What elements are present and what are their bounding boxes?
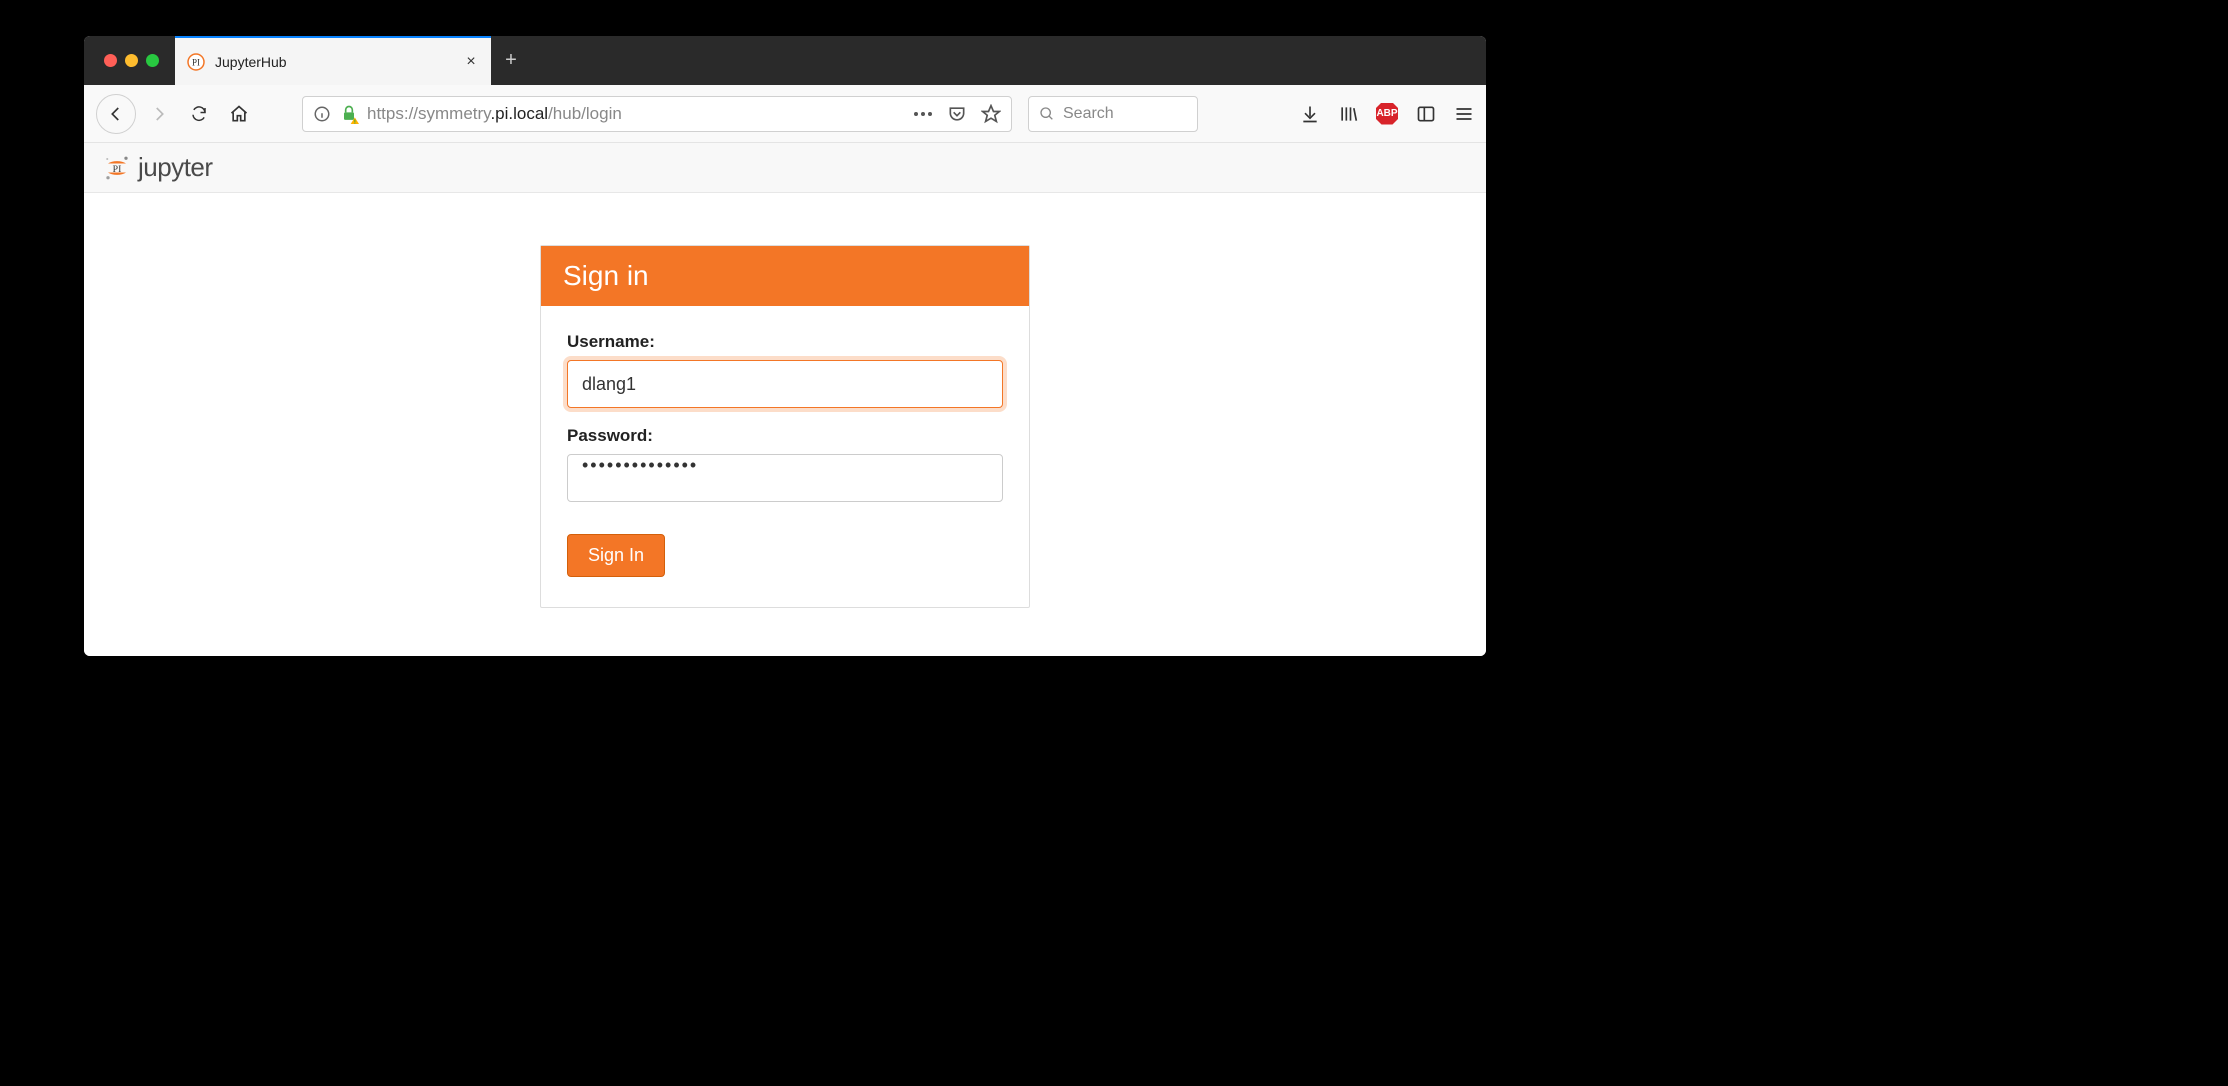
page-content: PI jupyter Sign in Username: Password: •… [84, 143, 1486, 656]
page-actions-icon[interactable] [913, 111, 933, 117]
username-label: Username: [567, 332, 1003, 352]
search-icon [1039, 106, 1055, 122]
pocket-icon[interactable] [947, 104, 967, 124]
tab-close-button[interactable]: × [463, 53, 479, 71]
search-placeholder: Search [1063, 105, 1114, 123]
security-warning-icon[interactable] [339, 104, 359, 124]
site-info-icon[interactable] [313, 105, 331, 123]
menu-icon[interactable] [1454, 104, 1474, 124]
jupyter-logo-icon: PI [102, 153, 132, 183]
new-tab-button[interactable]: + [491, 36, 531, 85]
url-text: https://symmetry.pi.local/hub/login [367, 104, 905, 124]
svg-text:PI: PI [192, 57, 200, 67]
sidebar-toggle-icon[interactable] [1416, 104, 1436, 124]
window-controls [84, 36, 175, 85]
jupyter-logo-text: jupyter [138, 152, 213, 183]
bookmark-star-icon[interactable] [981, 104, 1001, 124]
home-button[interactable] [222, 97, 256, 131]
jupyter-navbar: PI jupyter [84, 143, 1486, 193]
tab-title: JupyterHub [215, 54, 453, 70]
address-bar[interactable]: https://symmetry.pi.local/hub/login [302, 96, 1012, 132]
library-icon[interactable] [1338, 104, 1358, 124]
username-input[interactable] [567, 360, 1003, 408]
url-path: /hub/login [548, 104, 622, 123]
login-heading: Sign in [541, 246, 1029, 306]
url-host: .pi.local [490, 104, 548, 123]
close-window-button[interactable] [104, 54, 117, 67]
login-panel: Sign in Username: Password: ••••••••••••… [540, 245, 1030, 608]
browser-tab[interactable]: PI JupyterHub × [175, 36, 491, 85]
sign-in-button[interactable]: Sign In [567, 534, 665, 577]
search-bar[interactable]: Search [1028, 96, 1198, 132]
tab-strip: PI JupyterHub × + [84, 36, 1486, 85]
maximize-window-button[interactable] [146, 54, 159, 67]
jupyter-logo[interactable]: PI jupyter [102, 152, 213, 183]
minimize-window-button[interactable] [125, 54, 138, 67]
svg-text:PI: PI [113, 163, 122, 174]
browser-toolbar: https://symmetry.pi.local/hub/login Sear… [84, 85, 1486, 143]
tab-favicon: PI [187, 53, 205, 71]
login-form: Username: Password: •••••••••••••• Sign … [541, 306, 1029, 607]
downloads-icon[interactable] [1300, 104, 1320, 124]
reload-button[interactable] [182, 97, 216, 131]
toolbar-extensions: ABP [1300, 103, 1474, 125]
back-button[interactable] [96, 94, 136, 134]
password-label: Password: [567, 426, 1003, 446]
browser-window: PI JupyterHub × + https://s [84, 36, 1486, 656]
password-input[interactable]: •••••••••••••• [567, 454, 1003, 502]
forward-button[interactable] [142, 97, 176, 131]
adblock-icon[interactable]: ABP [1376, 103, 1398, 125]
url-prefix: https://symmetry [367, 104, 490, 123]
